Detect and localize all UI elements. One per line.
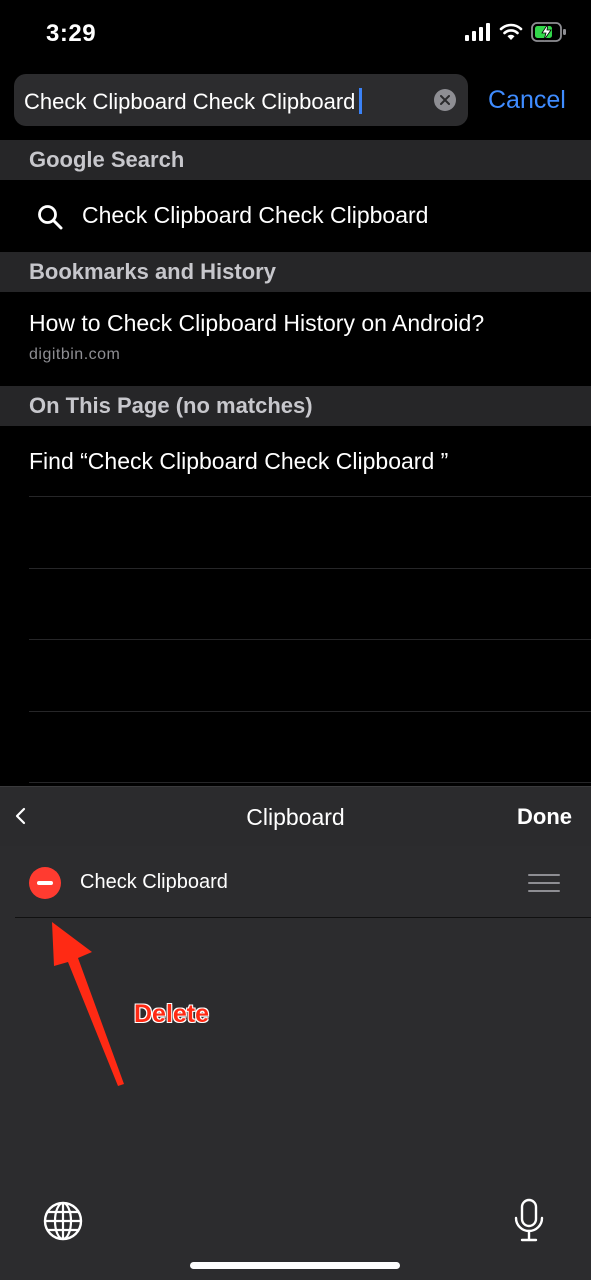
annotation-arrow-icon <box>52 922 124 1086</box>
globe-icon[interactable] <box>42 1200 84 1242</box>
home-indicator[interactable] <box>190 1262 400 1269</box>
microphone-icon[interactable] <box>512 1198 546 1244</box>
annotation-label: Delete <box>134 1000 210 1028</box>
